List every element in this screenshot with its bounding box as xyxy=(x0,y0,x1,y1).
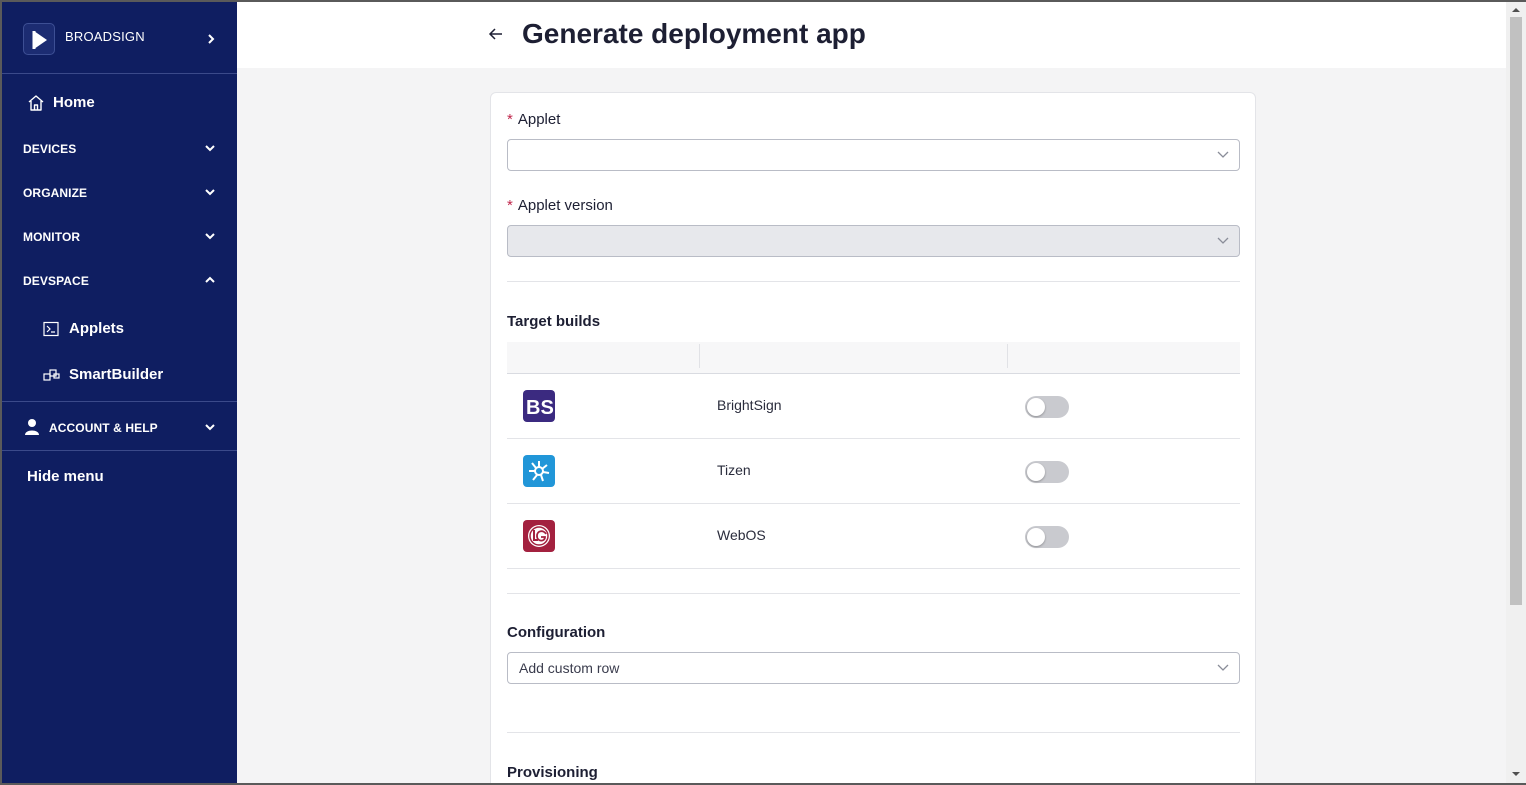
column-separator xyxy=(699,344,700,368)
toggle-knob xyxy=(1027,398,1045,416)
sidebar-section-devices[interactable]: DEVICES xyxy=(2,131,237,167)
build-name: BrightSign xyxy=(717,397,782,413)
toggle-knob xyxy=(1027,528,1045,546)
webos-toggle[interactable] xyxy=(1025,526,1069,548)
broadsign-logo-icon xyxy=(23,23,55,55)
terminal-icon xyxy=(43,321,59,337)
vertical-scrollbar[interactable] xyxy=(1506,2,1526,783)
sidebar-item-label: Applets xyxy=(69,320,125,337)
home-icon xyxy=(28,95,44,111)
required-marker: * xyxy=(507,111,513,128)
brand-name: BROADSIGN xyxy=(65,29,145,44)
column-separator xyxy=(1007,344,1008,368)
target-builds-title: Target builds xyxy=(507,313,601,330)
build-name: Tizen xyxy=(717,462,751,478)
applet-label: * Applet xyxy=(507,111,560,128)
configuration-select[interactable]: Add custom row xyxy=(507,652,1240,684)
sidebar-section-label: DEVICES xyxy=(23,142,77,156)
configuration-select-value: Add custom row xyxy=(519,660,620,676)
deployment-form-card: *Applet *Applet version Target builds xyxy=(490,92,1256,783)
tizen-toggle[interactable] xyxy=(1025,461,1069,483)
applet-version-label: * Applet version xyxy=(507,197,613,214)
brightsign-logo-icon: BS xyxy=(523,390,555,422)
blocks-icon xyxy=(43,369,60,381)
chevron-right-icon[interactable] xyxy=(205,32,217,46)
scrollbar-thumb[interactable] xyxy=(1510,17,1522,605)
target-builds-table-header xyxy=(507,342,1240,374)
section-divider xyxy=(507,732,1240,733)
toggle-knob xyxy=(1027,463,1045,481)
sidebar-section-devspace[interactable]: DEVSPACE xyxy=(2,263,237,299)
applet-version-select[interactable] xyxy=(507,225,1240,257)
sidebar-item-smartbuilder[interactable]: SmartBuilder xyxy=(2,357,237,393)
user-icon xyxy=(25,419,39,435)
sidebar-divider xyxy=(2,450,237,451)
chevron-down-icon xyxy=(1217,237,1229,244)
sidebar-item-label: Home xyxy=(53,94,95,111)
sidebar-item-home[interactable]: Home xyxy=(2,84,237,122)
back-arrow-icon[interactable] xyxy=(488,26,504,42)
section-divider xyxy=(507,593,1240,594)
table-row: BS BrightSign xyxy=(507,374,1240,439)
app-window: BROADSIGN Home DEVICES ORGANIZE MONITOR … xyxy=(0,0,1526,785)
svg-text:BS: BS xyxy=(526,397,554,419)
scroll-up-arrow-icon[interactable] xyxy=(1511,6,1521,14)
applet-version-label-text: Applet version xyxy=(517,197,613,214)
build-name: WebOS xyxy=(717,527,766,543)
chevron-up-icon xyxy=(205,276,215,283)
webos-logo-icon xyxy=(523,520,555,552)
brand-header[interactable]: BROADSIGN xyxy=(2,2,237,74)
sidebar-item-label: SmartBuilder xyxy=(69,366,164,383)
required-marker: * xyxy=(507,197,513,214)
page-title: Generate deployment app xyxy=(522,18,866,49)
tizen-logo-icon xyxy=(523,455,555,487)
table-row: Tizen xyxy=(507,439,1240,504)
sidebar-section-label: ORGANIZE xyxy=(23,186,88,200)
applet-select[interactable] xyxy=(507,139,1240,171)
sidebar-section-monitor[interactable]: MONITOR xyxy=(2,219,237,255)
provisioning-title: Provisioning xyxy=(507,764,598,781)
sidebar-section-label: MONITOR xyxy=(23,230,81,244)
page-header: Generate deployment app xyxy=(237,2,1506,68)
sidebar-item-applets[interactable]: Applets xyxy=(2,311,237,347)
chevron-down-icon xyxy=(205,424,215,431)
sidebar-divider xyxy=(2,401,237,402)
applet-label-text: Applet xyxy=(517,111,561,128)
chevron-down-icon xyxy=(1217,151,1229,158)
sidebar-section-account-help[interactable]: ACCOUNT & HELP xyxy=(2,410,237,446)
sidebar-section-organize[interactable]: ORGANIZE xyxy=(2,175,237,211)
sidebar: BROADSIGN Home DEVICES ORGANIZE MONITOR … xyxy=(2,2,237,783)
scroll-down-arrow-icon[interactable] xyxy=(1511,770,1521,778)
table-row: WebOS xyxy=(507,504,1240,569)
main-content: Generate deployment app * Applet * Applet … xyxy=(237,2,1506,783)
brightsign-toggle[interactable] xyxy=(1025,396,1069,418)
sidebar-section-label: DEVSPACE xyxy=(23,274,89,288)
chevron-down-icon xyxy=(205,233,215,240)
chevron-down-icon xyxy=(1217,664,1229,671)
hide-menu-link[interactable]: Hide menu xyxy=(27,468,104,485)
chevron-down-icon xyxy=(205,145,215,152)
sidebar-section-label: ACCOUNT & HELP xyxy=(49,421,158,435)
chevron-down-icon xyxy=(205,189,215,196)
configuration-title: Configuration xyxy=(507,624,606,641)
section-divider xyxy=(507,281,1240,282)
